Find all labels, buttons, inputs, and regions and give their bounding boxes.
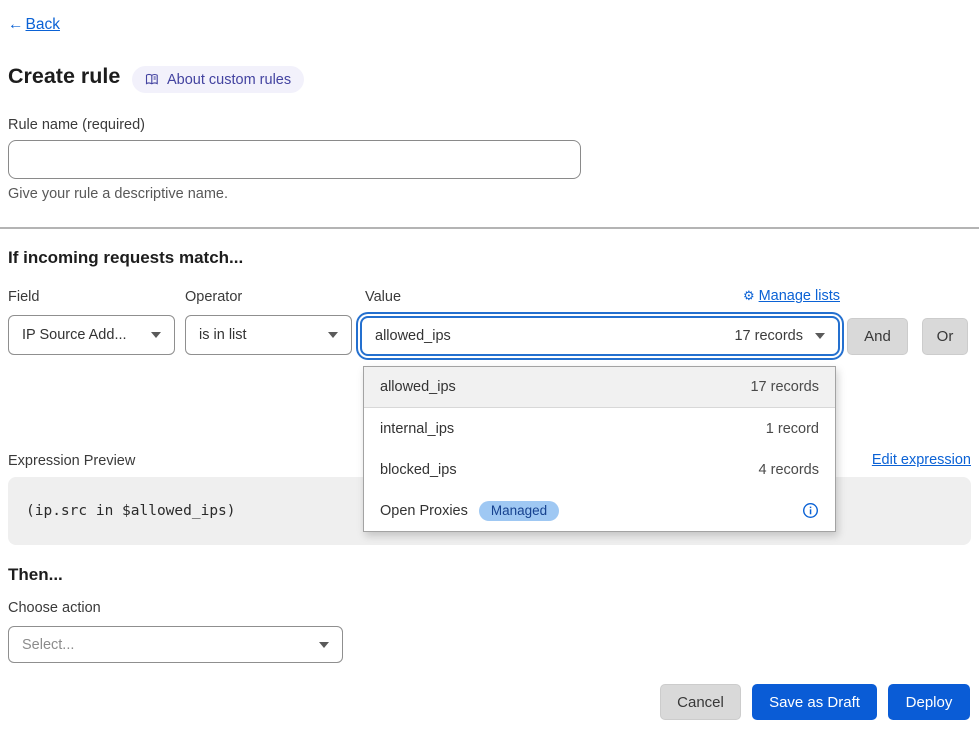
- then-section-heading: Then...: [8, 565, 63, 585]
- section-divider: [0, 227, 979, 229]
- value-select[interactable]: allowed_ips 17 records: [360, 316, 840, 356]
- about-custom-rules-label: About custom rules: [167, 72, 291, 88]
- list-item-open-proxies[interactable]: Open Proxies Managed: [364, 490, 835, 531]
- match-section-heading: If incoming requests match...: [8, 248, 243, 268]
- rule-name-input[interactable]: [8, 140, 581, 179]
- list-item-name: allowed_ips: [380, 379, 456, 395]
- back-link[interactable]: ←Back: [8, 16, 60, 34]
- action-select-placeholder: Select...: [22, 637, 74, 653]
- edit-expression-link[interactable]: Edit expression: [872, 452, 971, 468]
- rule-name-label: Rule name (required): [8, 117, 145, 133]
- operator-column-label: Operator: [185, 289, 242, 305]
- field-select[interactable]: IP Source Add...: [8, 315, 175, 355]
- value-select-value: allowed_ips: [375, 328, 451, 344]
- rule-name-helper-text: Give your rule a descriptive name.: [8, 186, 228, 202]
- back-link-label[interactable]: Back: [26, 16, 60, 34]
- list-item-name: internal_ips: [380, 421, 454, 437]
- list-item-name: Open Proxies: [380, 503, 468, 519]
- list-item-name: blocked_ips: [380, 462, 457, 478]
- choose-action-label: Choose action: [8, 600, 101, 616]
- managed-badge: Managed: [479, 501, 559, 521]
- list-item-records: 4 records: [759, 462, 819, 478]
- about-custom-rules-link[interactable]: About custom rules: [132, 66, 304, 93]
- gear-icon: ⚙: [743, 288, 755, 304]
- and-button[interactable]: And: [847, 318, 908, 355]
- chevron-down-icon: [328, 332, 338, 338]
- info-icon[interactable]: [802, 502, 819, 519]
- list-item-blocked-ips[interactable]: blocked_ips 4 records: [364, 449, 835, 490]
- manage-lists-label[interactable]: Manage lists: [759, 288, 840, 304]
- operator-select-value: is in list: [199, 327, 247, 343]
- cancel-button[interactable]: Cancel: [660, 684, 741, 720]
- list-item-allowed-ips[interactable]: allowed_ips 17 records: [364, 367, 835, 408]
- expression-code: (ip.src in $allowed_ips): [26, 503, 236, 519]
- list-item-records: 1 record: [766, 421, 819, 437]
- list-item-records: 17 records: [750, 379, 819, 395]
- field-select-value: IP Source Add...: [22, 327, 127, 343]
- operator-select[interactable]: is in list: [185, 315, 352, 355]
- chevron-down-icon: [319, 642, 329, 648]
- manage-lists-link[interactable]: ⚙Manage lists: [360, 288, 840, 304]
- chevron-down-icon: [151, 332, 161, 338]
- chevron-down-icon: [815, 333, 825, 339]
- save-as-draft-button[interactable]: Save as Draft: [752, 684, 877, 720]
- list-item-internal-ips[interactable]: internal_ips 1 record: [364, 408, 835, 449]
- value-select-record-count: 17 records: [734, 328, 803, 344]
- value-dropdown-panel: allowed_ips 17 records internal_ips 1 re…: [363, 366, 836, 532]
- arrow-left-icon: ←: [8, 16, 24, 34]
- expression-preview-label: Expression Preview: [8, 453, 135, 469]
- or-button[interactable]: Or: [922, 318, 968, 355]
- page-title: Create rule: [8, 64, 120, 89]
- action-select[interactable]: Select...: [8, 626, 343, 663]
- deploy-button[interactable]: Deploy: [888, 684, 970, 720]
- field-column-label: Field: [8, 289, 39, 305]
- book-icon: [145, 73, 159, 86]
